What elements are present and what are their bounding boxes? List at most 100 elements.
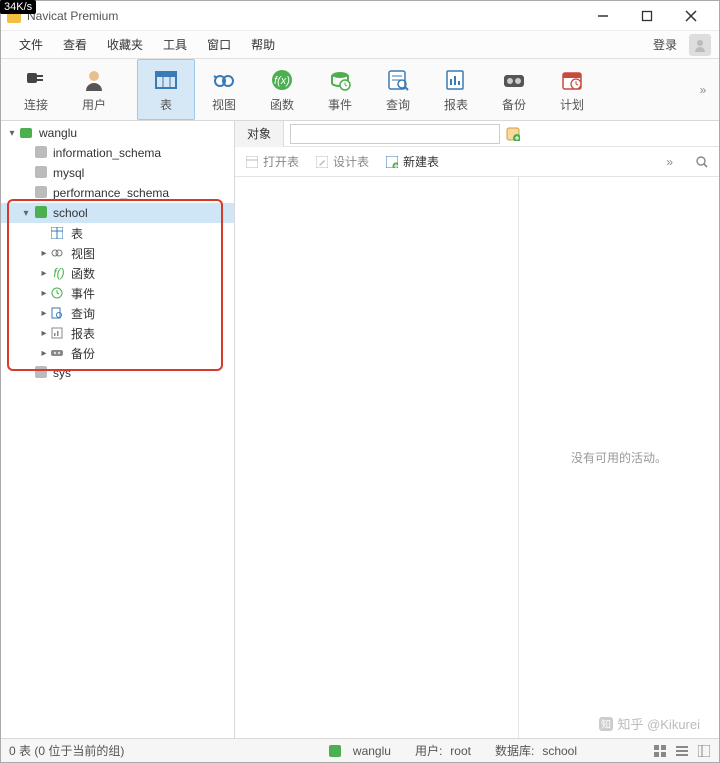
- tb-table-label: 表: [160, 96, 172, 113]
- query-icon: [384, 66, 412, 94]
- chevron-right-icon[interactable]: ▸: [37, 288, 51, 299]
- tb-view[interactable]: 视图: [195, 59, 253, 120]
- user-icon: [80, 66, 108, 94]
- report-icon: [51, 327, 67, 339]
- tb-user-label: 用户: [82, 96, 106, 113]
- tree-db-school-label: school: [53, 206, 88, 220]
- object-tab[interactable]: 对象: [235, 121, 284, 147]
- status-db-label: 数据库:: [495, 742, 534, 759]
- view-detail-icon[interactable]: [697, 744, 711, 758]
- tb-event[interactable]: 事件: [311, 59, 369, 120]
- tb-schedule[interactable]: 计划: [543, 59, 601, 120]
- chevron-right-icon[interactable]: ▸: [37, 308, 51, 319]
- toolbar-overflow-button[interactable]: »: [693, 59, 713, 120]
- tb-function-label: 函数: [270, 96, 294, 113]
- speed-badge: 34K/s: [0, 0, 36, 14]
- add-tab-icon[interactable]: [504, 125, 522, 143]
- tb-report-label: 报表: [444, 96, 468, 113]
- tb-query[interactable]: 查询: [369, 59, 427, 120]
- chevron-right-icon[interactable]: ▸: [37, 348, 51, 359]
- menu-tools[interactable]: 工具: [153, 31, 197, 59]
- app-title: Navicat Premium: [27, 9, 118, 23]
- chevron-right-icon[interactable]: ▸: [37, 268, 51, 279]
- chevron-down-icon[interactable]: ▾: [5, 128, 19, 139]
- menu-help[interactable]: 帮助: [241, 31, 285, 59]
- status-left: 0 表 (0 位于当前的组): [9, 742, 124, 759]
- function-icon: f(x): [268, 66, 296, 94]
- new-table-label: 新建表: [403, 153, 439, 170]
- tree-db-sys-label: sys: [53, 366, 71, 380]
- svg-text:f(x): f(x): [274, 75, 290, 87]
- tb-connect-label: 连接: [24, 96, 48, 113]
- close-button[interactable]: [669, 1, 713, 31]
- object-search-input[interactable]: [290, 124, 500, 144]
- query-icon: [51, 307, 67, 319]
- table-icon: [152, 66, 180, 94]
- search-icon[interactable]: [695, 155, 709, 169]
- tb-report[interactable]: 报表: [427, 59, 485, 120]
- view-list-icon[interactable]: [675, 744, 689, 758]
- status-user-label: 用户:: [415, 742, 442, 759]
- connection-tree: ▾ wanglu information_schema mysql perfor…: [1, 121, 235, 738]
- tb-backup[interactable]: 备份: [485, 59, 543, 120]
- chevron-right-icon[interactable]: ▸: [37, 248, 51, 259]
- connection-status-icon: [329, 745, 341, 757]
- maximize-button[interactable]: [625, 1, 669, 31]
- tree-school-reports-label: 报表: [71, 325, 95, 342]
- event-icon: [51, 287, 67, 299]
- tb-view-label: 视图: [212, 96, 236, 113]
- tb-connect[interactable]: 连接: [7, 59, 65, 120]
- chevron-down-icon[interactable]: ▾: [19, 208, 33, 219]
- new-table-icon: [385, 155, 399, 169]
- tb-event-label: 事件: [328, 96, 352, 113]
- tb-function[interactable]: f(x) 函数: [253, 59, 311, 120]
- tree-db-mysql-label: mysql: [53, 166, 84, 180]
- menu-view[interactable]: 查看: [53, 31, 97, 59]
- tree-school-queries[interactable]: ▸ 查询: [1, 303, 234, 323]
- view-grid-icon[interactable]: [653, 744, 667, 758]
- minimize-button[interactable]: [581, 1, 625, 31]
- tb-backup-label: 备份: [502, 96, 526, 113]
- menu-window[interactable]: 窗口: [197, 31, 241, 59]
- open-table-label: 打开表: [263, 153, 299, 170]
- schedule-icon: [558, 66, 586, 94]
- tree-connection-label: wanglu: [39, 126, 77, 140]
- tree-db-info[interactable]: information_schema: [1, 143, 234, 163]
- login-link[interactable]: 登录: [645, 36, 685, 53]
- tb-query-label: 查询: [386, 96, 410, 113]
- avatar-icon[interactable]: [689, 34, 711, 56]
- tree-school-events[interactable]: ▸ 事件: [1, 283, 234, 303]
- plug-icon: [22, 66, 50, 94]
- status-db-value: school: [542, 744, 577, 758]
- event-icon: [326, 66, 354, 94]
- open-table-button[interactable]: 打开表: [245, 153, 299, 170]
- chevron-right-icon[interactable]: ▸: [37, 328, 51, 339]
- menu-fav[interactable]: 收藏夹: [97, 31, 153, 59]
- tree-db-mysql[interactable]: mysql: [1, 163, 234, 183]
- tree-school-backups[interactable]: ▸ 备份: [1, 343, 234, 363]
- design-table-label: 设计表: [333, 153, 369, 170]
- tree-school-reports[interactable]: ▸ 报表: [1, 323, 234, 343]
- tree-db-sys[interactable]: sys: [1, 363, 234, 383]
- tree-db-perf-label: performance_schema: [53, 186, 169, 200]
- menu-file[interactable]: 文件: [9, 31, 53, 59]
- design-table-button[interactable]: 设计表: [315, 153, 369, 170]
- tb-schedule-label: 计划: [560, 96, 584, 113]
- open-table-icon: [245, 155, 259, 169]
- connection-icon: [19, 126, 35, 140]
- design-table-icon: [315, 155, 329, 169]
- tree-school-funcs[interactable]: ▸ f() 函数: [1, 263, 234, 283]
- tree-school-events-label: 事件: [71, 285, 95, 302]
- tree-connection[interactable]: ▾ wanglu: [1, 123, 234, 143]
- tb-user[interactable]: 用户: [65, 59, 123, 120]
- toolbar: 连接 用户 表 视图 f(x) 函数: [1, 59, 719, 121]
- tree-db-school[interactable]: ▾ school: [1, 203, 234, 223]
- new-table-button[interactable]: 新建表: [385, 153, 439, 170]
- status-connection: wanglu: [353, 744, 391, 758]
- tree-school-tables[interactable]: 表: [1, 223, 234, 243]
- tree-db-perf[interactable]: performance_schema: [1, 183, 234, 203]
- actions-overflow-button[interactable]: »: [666, 155, 671, 169]
- tree-school-views-label: 视图: [71, 245, 95, 262]
- tb-table[interactable]: 表: [137, 59, 195, 120]
- tree-school-views[interactable]: ▸ 视图: [1, 243, 234, 263]
